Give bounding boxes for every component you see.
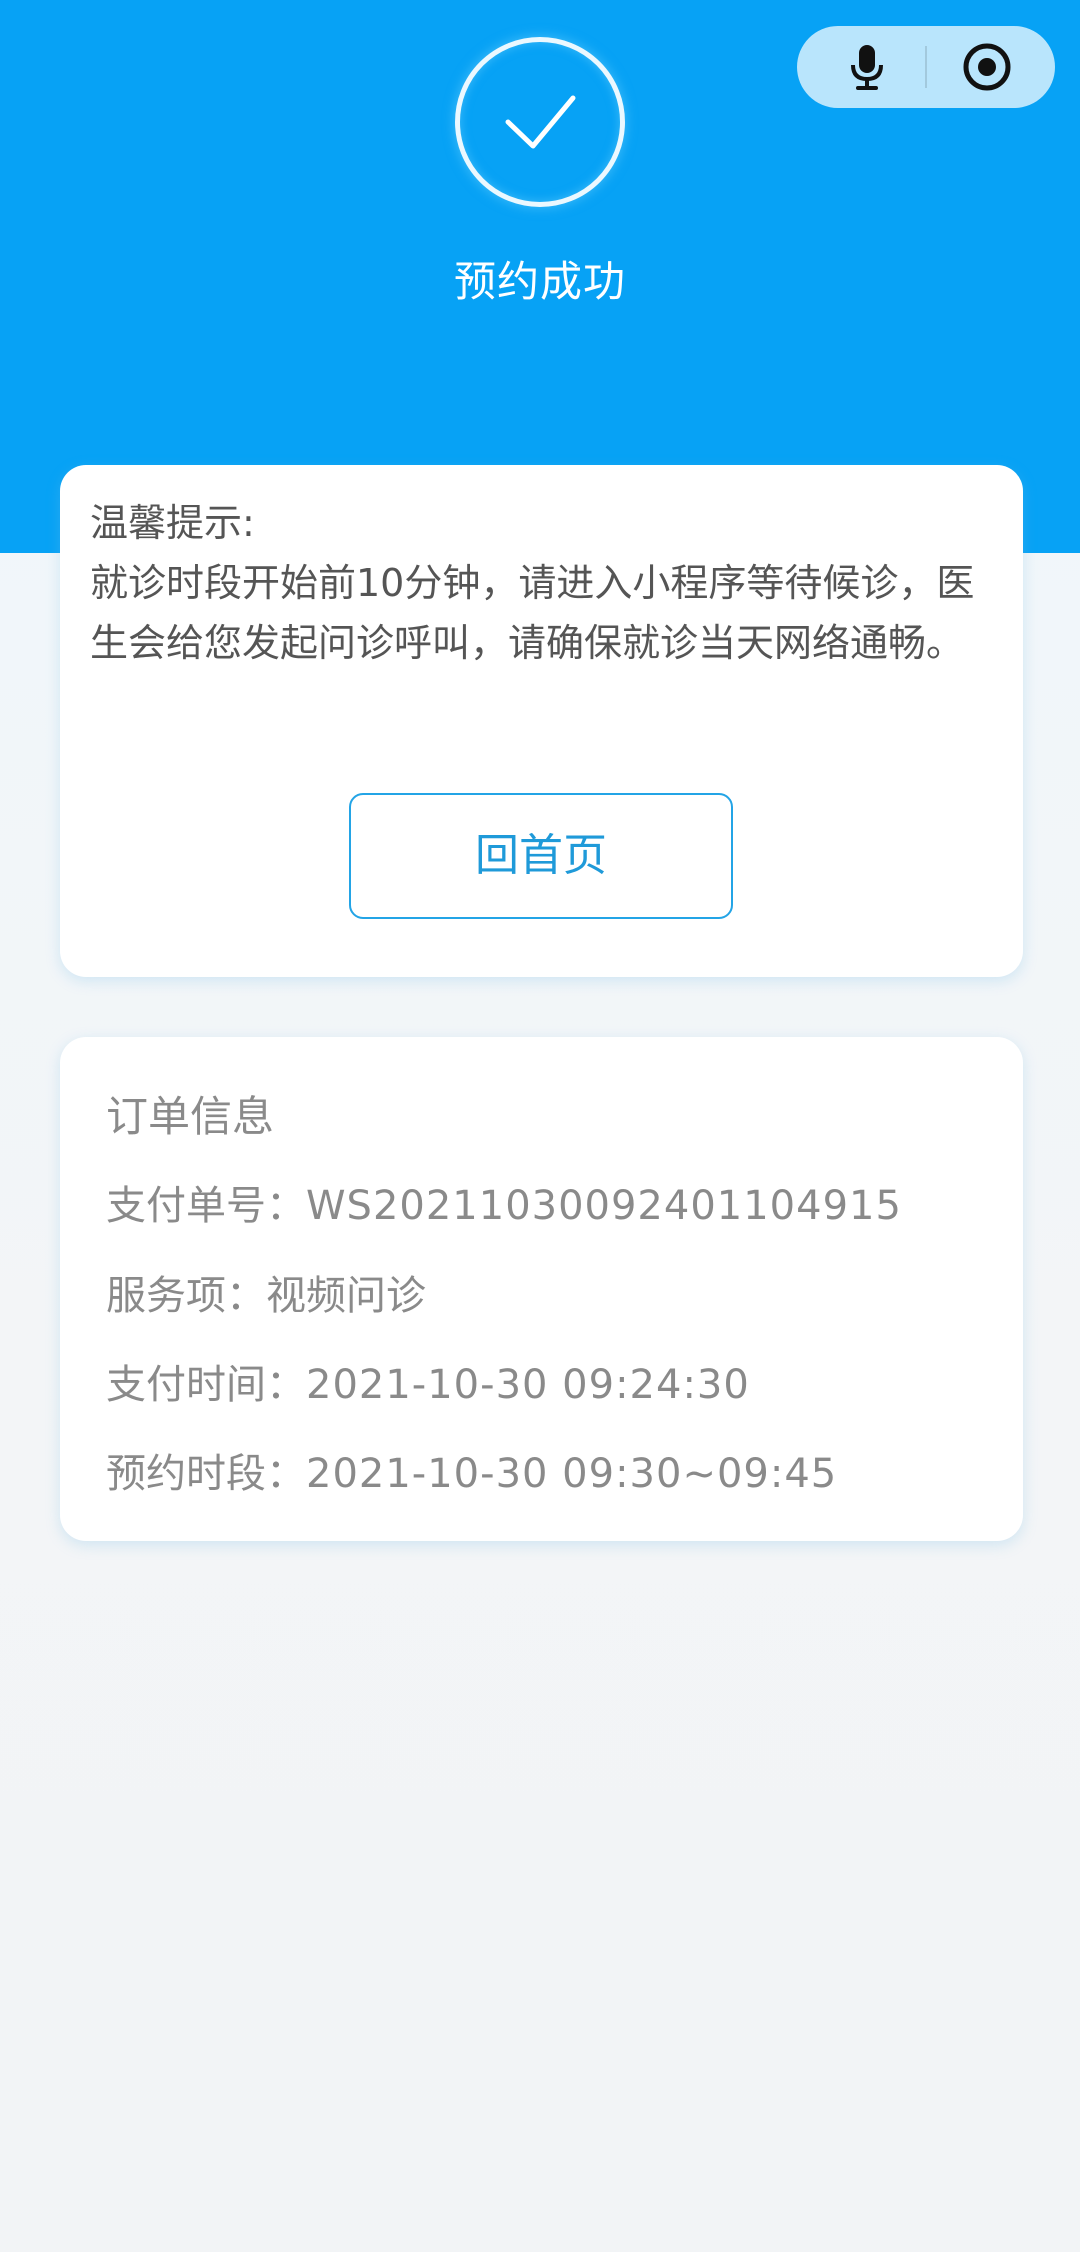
capsule-divider	[925, 46, 927, 88]
appointment-slot-label: 预约时段：	[106, 1451, 306, 1497]
payment-time-label: 支付时间：	[106, 1362, 306, 1408]
tip-text: 温馨提示: 就诊时段开始前10分钟，请进入小程序等待候诊，医生会给您发起问诊呼叫…	[90, 493, 995, 673]
mini-program-capsule	[797, 26, 1055, 108]
payment-number-row: 支付单号：WS20211030092401104915	[106, 1178, 902, 1234]
order-info-title: 订单信息	[106, 1092, 275, 1141]
home-button[interactable]: 回首页	[349, 793, 733, 919]
check-circle-icon	[455, 37, 625, 207]
tip-title: 温馨提示:	[90, 501, 255, 545]
payment-time-value: 2021-10-30 09:24:30	[306, 1362, 750, 1408]
payment-number-label: 支付单号：	[106, 1183, 306, 1229]
payment-time-row: 支付时间：2021-10-30 09:24:30	[106, 1357, 750, 1413]
order-info-card: 订单信息 支付单号：WS20211030092401104915 服务项：视频问…	[60, 1037, 1023, 1541]
payment-number-value: WS20211030092401104915	[306, 1183, 902, 1229]
appointment-slot-value: 2021-10-30 09:30~09:45	[306, 1451, 838, 1497]
tip-card: 温馨提示: 就诊时段开始前10分钟，请进入小程序等待候诊，医生会给您发起问诊呼叫…	[60, 465, 1023, 977]
checkmark-icon	[505, 95, 576, 149]
tip-message: 就诊时段开始前10分钟，请进入小程序等待候诊，医生会给您发起问诊呼叫，请确保就诊…	[90, 561, 975, 665]
service-item-row: 服务项：视频问诊	[106, 1268, 426, 1324]
appointment-slot-row: 预约时段：2021-10-30 09:30~09:45	[106, 1446, 837, 1502]
service-item-value: 视频问诊	[266, 1273, 426, 1319]
target-icon[interactable]	[961, 41, 1013, 93]
status-title: 预约成功	[453, 257, 626, 306]
service-item-label: 服务项：	[106, 1273, 266, 1319]
microphone-icon[interactable]	[841, 41, 893, 93]
